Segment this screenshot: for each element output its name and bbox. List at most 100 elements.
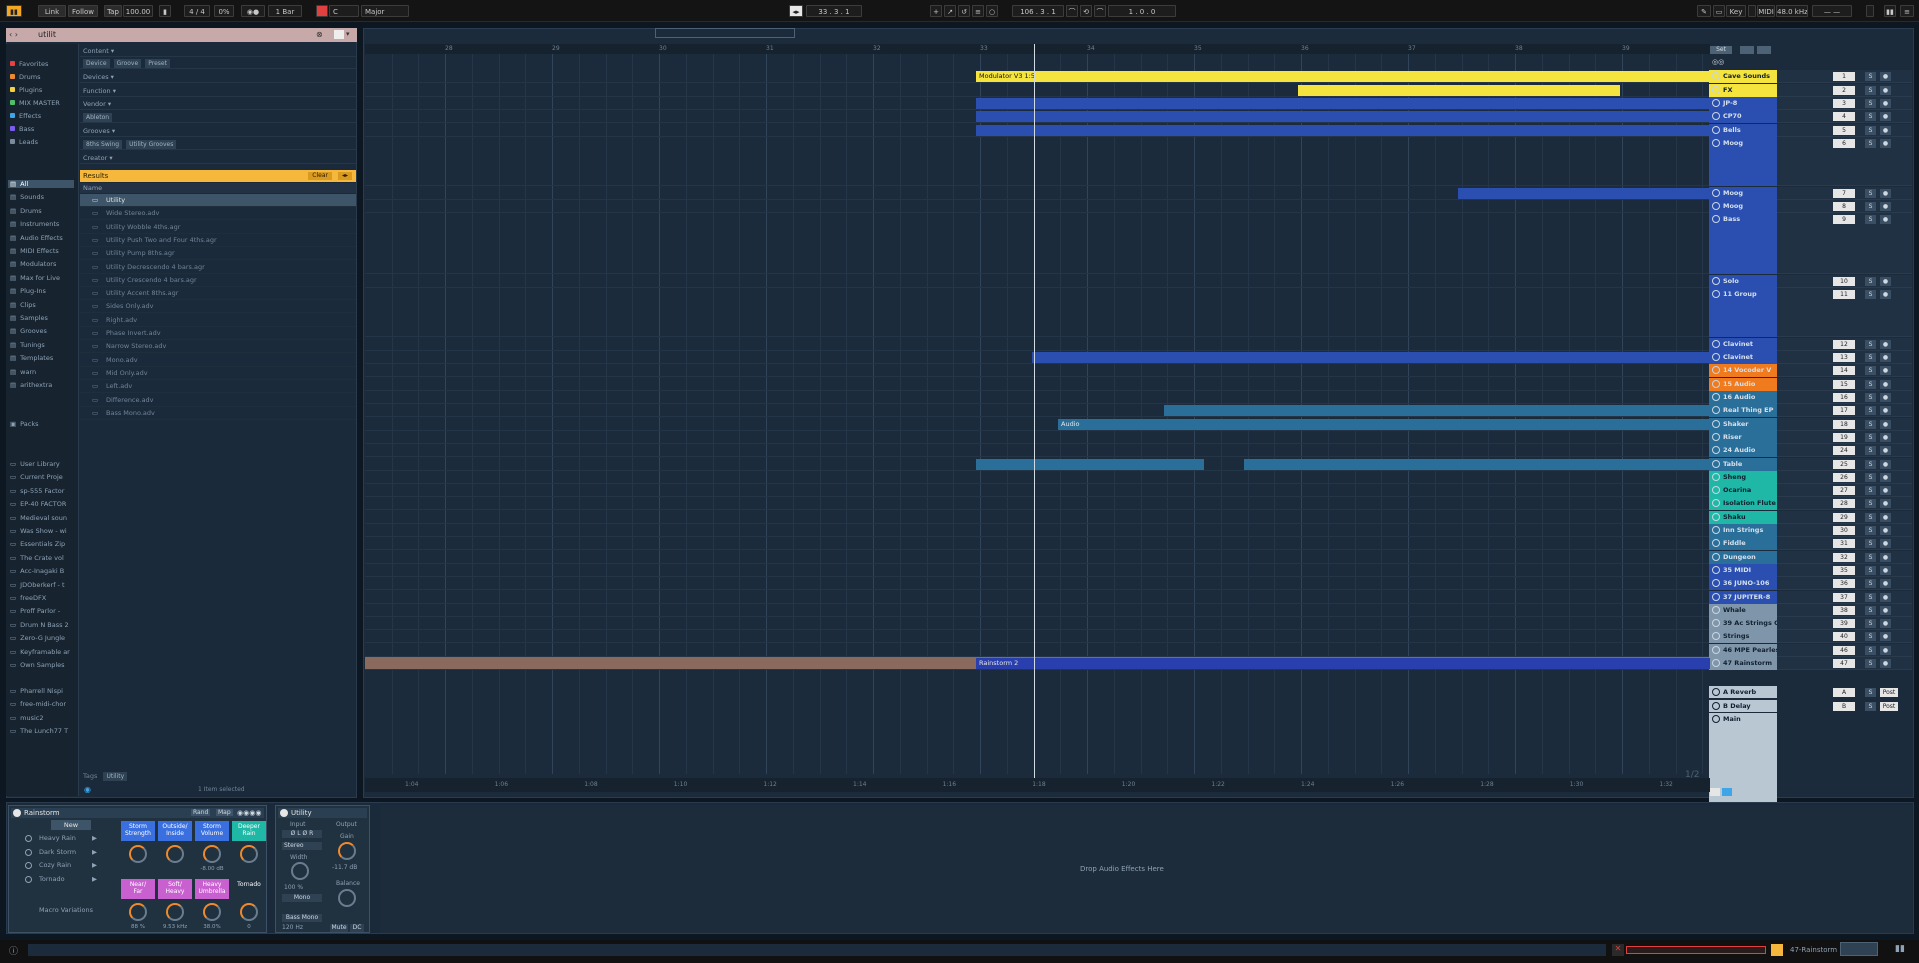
balance-knob[interactable] <box>338 889 356 907</box>
filter-function[interactable]: Function ▾ <box>80 85 356 97</box>
collection-item[interactable]: MIX MASTER <box>10 99 60 107</box>
add-icon[interactable]: + <box>930 5 942 17</box>
groove-8ths-swing-chip[interactable]: 8ths Swing <box>83 140 122 149</box>
user-folder-item[interactable]: ▭ Current Proje <box>10 473 63 481</box>
arm-icon[interactable]: ● <box>1880 72 1891 81</box>
macro-value[interactable]: 38.0% <box>195 924 229 930</box>
track-lane[interactable] <box>365 213 1710 274</box>
filter-toggle-icon[interactable] <box>334 30 344 39</box>
solo-button[interactable]: S <box>1865 340 1876 349</box>
solo-button[interactable]: S <box>1865 579 1876 588</box>
track-activator-button[interactable]: 47 <box>1833 659 1855 668</box>
automation-arm-icon[interactable]: ↗ <box>944 5 956 17</box>
result-item[interactable]: ▭ Utility Push Two and Four 4ths.agr <box>80 234 356 247</box>
track-header[interactable]: Shaker <box>1709 418 1777 431</box>
key-map-button[interactable]: Key <box>1726 5 1746 17</box>
category-item[interactable]: ▤ Sounds <box>10 193 44 201</box>
return-fold-icon[interactable] <box>1712 688 1720 696</box>
solo-button[interactable]: S <box>1865 566 1876 575</box>
swing-field[interactable]: 0% <box>214 5 234 17</box>
user-folder-item[interactable]: ▭ Acc-Inagaki B <box>10 567 64 575</box>
track-header[interactable]: Bass <box>1709 213 1777 274</box>
filter-grooves[interactable]: Grooves ▾ <box>80 125 356 137</box>
track-fold-icon[interactable] <box>1712 499 1720 507</box>
filter-vendor[interactable]: Vendor ▾ <box>80 98 356 110</box>
solo-button[interactable]: S <box>1865 473 1876 482</box>
macro-knob[interactable] <box>203 903 221 921</box>
solo-button[interactable]: S <box>1865 433 1876 442</box>
filter-device-chip[interactable]: Device <box>83 59 110 68</box>
user-folder-item[interactable]: ▭ The Crate vol <box>10 554 64 562</box>
info-icon[interactable]: ⓘ <box>9 944 18 957</box>
track-lane[interactable] <box>365 364 1710 377</box>
clip-modulator[interactable]: Modulator V3 1:5 <box>976 71 1710 82</box>
variation-select-icon[interactable] <box>25 862 32 869</box>
result-item[interactable]: ▭ Sides Only.adv <box>80 300 356 314</box>
loop-start-field[interactable]: 106 . 3 . 1 <box>1012 5 1064 17</box>
track-fold-icon[interactable] <box>1712 632 1720 640</box>
arm-icon[interactable]: ● <box>1880 593 1891 602</box>
solo-button[interactable]: S <box>1865 619 1876 628</box>
track-activator-button[interactable]: 39 <box>1833 619 1855 628</box>
track-lane[interactable] <box>365 431 1710 444</box>
result-item[interactable]: ▭ Left.adv <box>80 380 356 394</box>
track-activator-button[interactable]: 30 <box>1833 526 1855 535</box>
key-select[interactable]: C <box>329 5 359 17</box>
variation-item[interactable]: Tornado ▶ <box>23 874 101 885</box>
solo-button[interactable]: S <box>1865 353 1876 362</box>
track-header[interactable]: 39 Ac Strings O <box>1709 617 1777 630</box>
arm-icon[interactable]: ● <box>1880 566 1891 575</box>
solo-button[interactable]: S <box>1865 72 1876 81</box>
result-item[interactable]: ▭ Difference.adv <box>80 394 356 407</box>
clip-rainstorm[interactable]: Rainstorm 2 <box>976 658 1710 669</box>
track-fold-icon[interactable] <box>1712 126 1720 134</box>
gain-knob[interactable] <box>338 842 356 860</box>
track-activator-button[interactable]: 37 <box>1833 593 1855 602</box>
track-activator-button[interactable]: 6 <box>1833 139 1855 148</box>
arm-icon[interactable]: ● <box>1880 86 1891 95</box>
track-activator-button[interactable]: 28 <box>1833 499 1855 508</box>
clear-results-button[interactable]: Clear <box>308 172 332 180</box>
track-header[interactable]: 14 Vocoder V <box>1709 364 1777 377</box>
track-lane[interactable] <box>365 338 1710 351</box>
track-header[interactable]: 37 JUPITER-8 <box>1709 591 1777 604</box>
arm-icon[interactable]: ● <box>1880 619 1891 628</box>
capture-icon[interactable]: ≡ <box>972 5 984 17</box>
track-header[interactable]: Whale <box>1709 604 1777 617</box>
track-lane[interactable] <box>365 378 1710 391</box>
return-solo-button[interactable]: S <box>1865 701 1876 711</box>
solo-button[interactable]: S <box>1865 406 1876 415</box>
nav-back-icon[interactable]: ‹ › <box>9 30 18 39</box>
track-header[interactable]: 16 Audio <box>1709 391 1777 404</box>
clear-search-icon[interactable]: ⊗ <box>316 30 323 39</box>
arrangement-view-toggle-icon[interactable]: ▮▮ <box>6 5 22 17</box>
variation-launch-icon[interactable]: ▶ <box>92 833 97 844</box>
packs-item[interactable]: ▣ Packs <box>10 420 39 428</box>
metronome-icon[interactable]: ▮ <box>159 5 171 17</box>
session-record-icon[interactable]: ○ <box>986 5 998 17</box>
track-lane[interactable] <box>365 564 1710 577</box>
clip-real-thing[interactable] <box>1164 405 1710 416</box>
user-folder-item[interactable]: ▭ freeDFX <box>10 594 46 602</box>
track-activator-button[interactable]: 11 <box>1833 290 1855 299</box>
track-fold-icon[interactable] <box>1712 433 1720 441</box>
track-activator-button[interactable]: 16 <box>1833 393 1855 402</box>
track-lane[interactable] <box>365 200 1710 213</box>
arm-icon[interactable]: ● <box>1880 606 1891 615</box>
track-header[interactable]: Ocarina <box>1709 484 1777 497</box>
category-item[interactable]: ▤ warn <box>10 368 36 376</box>
loop-toggle-icon[interactable]: ⟲ <box>1080 5 1092 17</box>
arm-icon[interactable]: ● <box>1880 340 1891 349</box>
utility-power-icon[interactable] <box>280 809 288 817</box>
arm-icon[interactable]: ● <box>1880 646 1891 655</box>
track-header[interactable]: CP70 <box>1709 110 1777 123</box>
return-track-header[interactable]: B Delay <box>1709 699 1777 712</box>
track-header[interactable]: FX <box>1709 84 1777 97</box>
category-item[interactable]: ▤ All <box>8 180 74 188</box>
macro-knob[interactable] <box>129 903 147 921</box>
track-fold-icon[interactable] <box>1712 72 1720 80</box>
arm-icon[interactable]: ● <box>1880 539 1891 548</box>
user-folder-item[interactable]: ▭ free-midi-chor <box>10 700 66 708</box>
track-fold-icon[interactable] <box>1712 566 1720 574</box>
loop-region-icon[interactable] <box>1722 788 1732 796</box>
